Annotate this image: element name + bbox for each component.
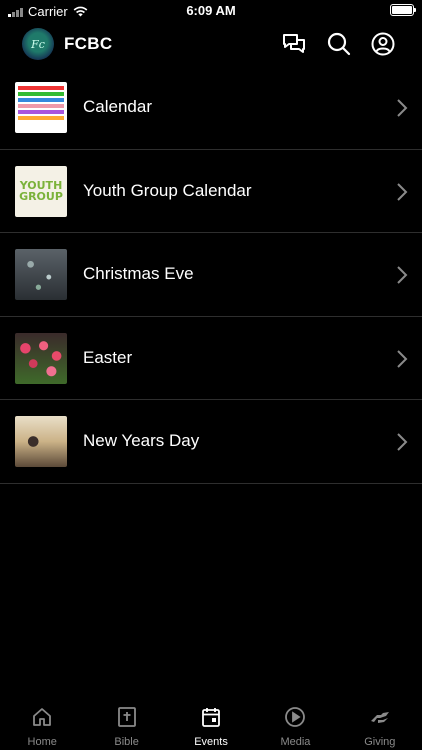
tab-bar: Home Bible Events Media Giving: [0, 700, 422, 750]
calendar-thumbnail: [15, 82, 67, 133]
tab-events[interactable]: Events: [169, 700, 253, 750]
events-icon: [202, 708, 220, 727]
thumb-text-group: GROUP: [19, 190, 63, 203]
chevron-right-icon: [397, 433, 408, 451]
bible-icon: [117, 707, 136, 727]
event-label: Christmas Eve: [83, 264, 194, 283]
new-years-day-thumbnail: [15, 416, 67, 467]
event-row-christmas-eve[interactable]: Christmas Eve: [0, 233, 422, 317]
media-icon: [285, 707, 306, 727]
event-row-calendar[interactable]: Calendar: [0, 66, 422, 150]
search-icon[interactable]: [326, 31, 352, 57]
giving-icon: [370, 712, 389, 723]
profile-icon[interactable]: [370, 31, 396, 57]
app-title: FCBC: [64, 34, 113, 53]
event-label: New Years Day: [83, 431, 200, 450]
tab-giving[interactable]: Giving: [338, 700, 422, 750]
chat-icon[interactable]: [281, 31, 307, 57]
chevron-right-icon: [397, 182, 408, 201]
tab-label: Giving: [364, 736, 396, 748]
status-bar: Carrier 6:09 AM: [0, 0, 422, 22]
youth-group-thumbnail: YOUTH GROUP: [15, 165, 67, 217]
event-label: Calendar: [83, 97, 152, 116]
tab-home[interactable]: Home: [0, 700, 84, 750]
event-label: Easter: [83, 347, 133, 367]
battery-icon: [390, 4, 416, 16]
tab-bible[interactable]: Bible: [84, 700, 168, 750]
events-list: Calendar YOUTH GROUP Youth Group Calendar…: [0, 66, 422, 484]
event-row-easter[interactable]: Easter: [0, 317, 422, 400]
app-logo[interactable]: Fc: [22, 28, 54, 60]
event-row-new-years-day[interactable]: New Years Day: [0, 400, 422, 484]
tab-label: Home: [27, 736, 57, 748]
status-time: 6:09 AM: [186, 3, 236, 18]
app-header: Fc FCBC: [0, 22, 422, 66]
tab-label: Bible: [114, 736, 139, 748]
chevron-right-icon: [397, 349, 408, 368]
easter-thumbnail: [15, 332, 67, 384]
home-icon: [33, 708, 52, 726]
event-label: Youth Group Calendar: [83, 180, 252, 200]
event-row-youth-group-calendar[interactable]: YOUTH GROUP Youth Group Calendar: [0, 150, 422, 233]
chevron-right-icon: [397, 99, 408, 117]
chevron-right-icon: [397, 266, 408, 284]
christmas-eve-thumbnail: [15, 249, 67, 300]
tab-label: Events: [194, 736, 228, 748]
tab-label: Media: [280, 736, 311, 748]
tab-media[interactable]: Media: [253, 700, 337, 750]
logo-text: Fc: [31, 37, 45, 51]
